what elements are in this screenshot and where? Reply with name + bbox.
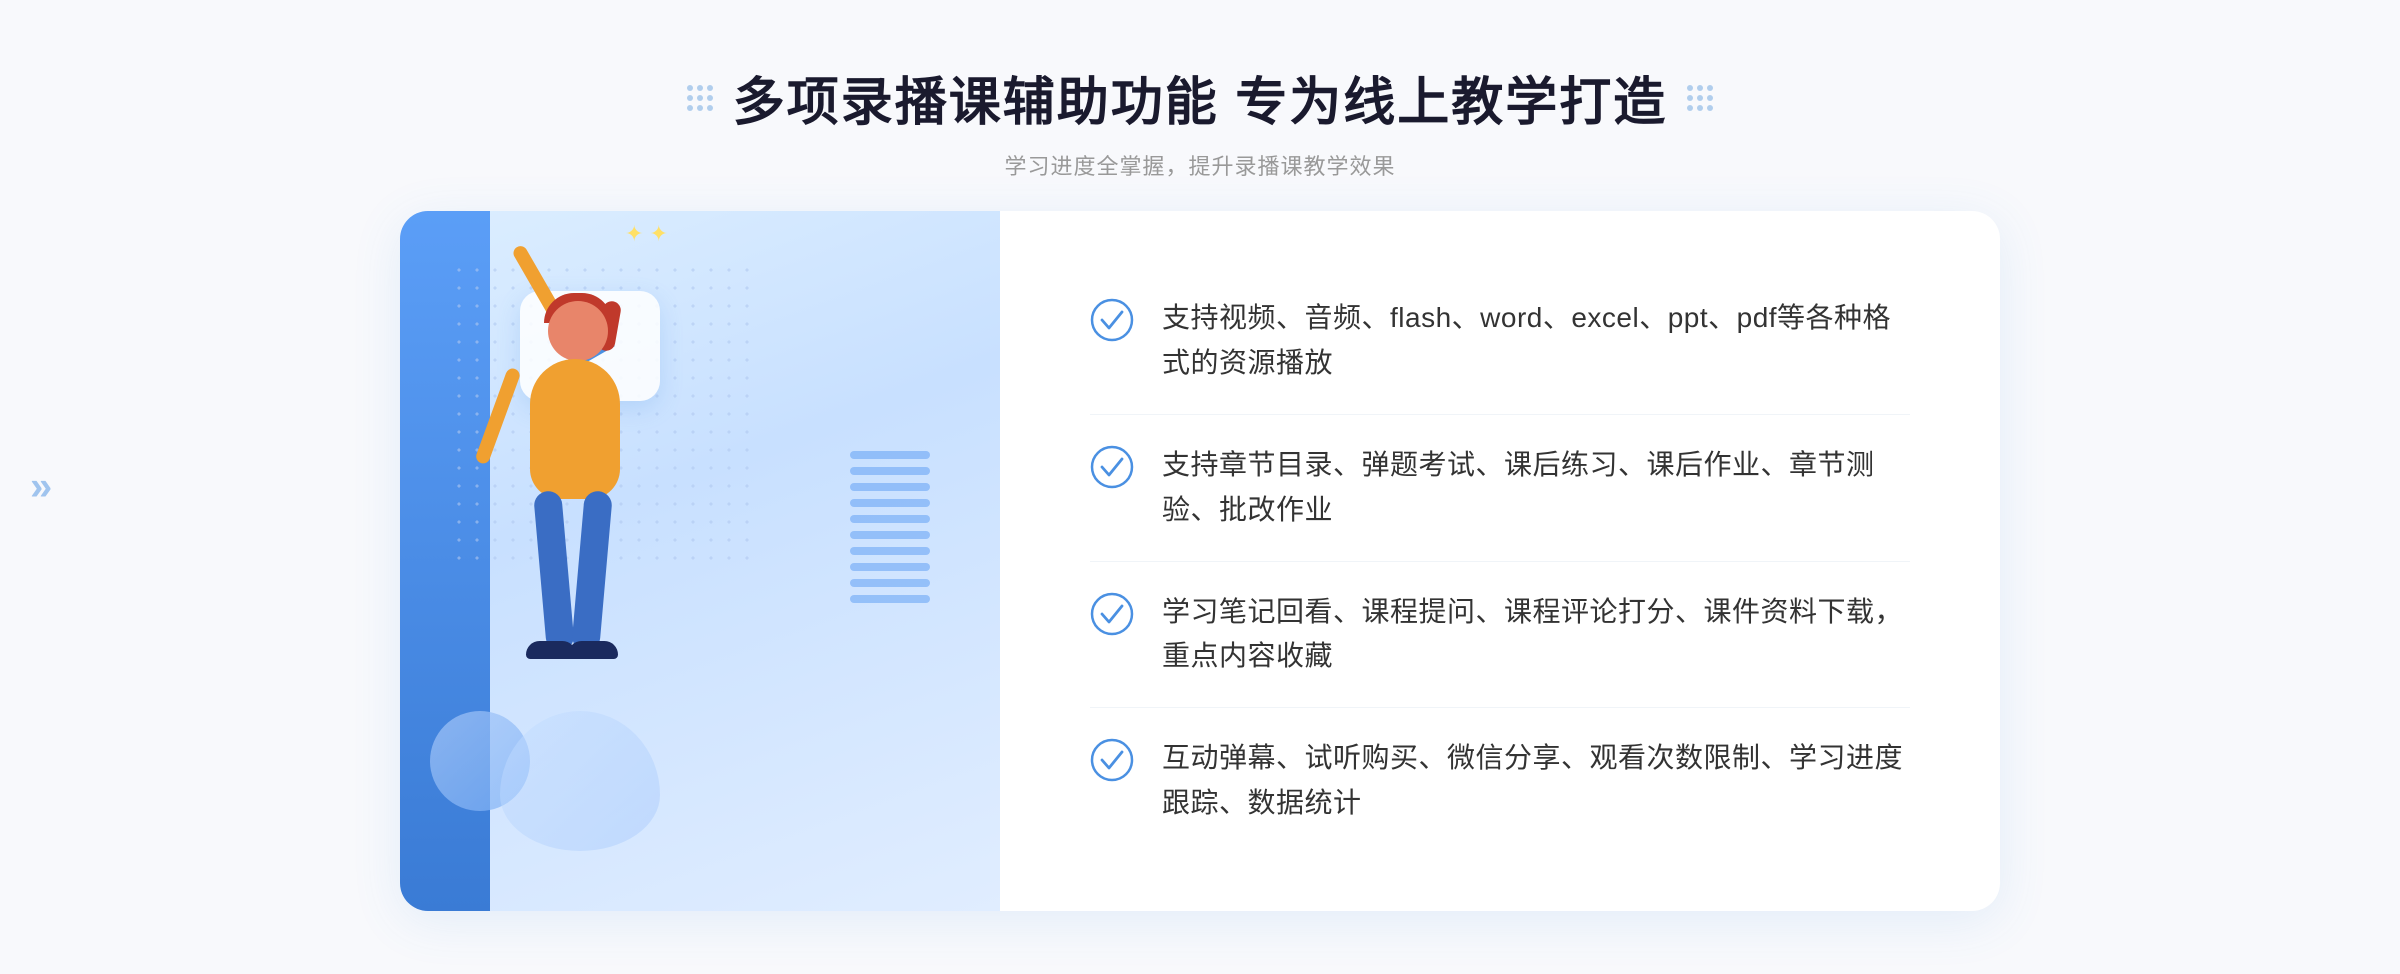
feature-text-2: 支持章节目录、弹题考试、课后练习、课后作业、章节测验、批改作业 — [1162, 443, 1910, 533]
page-title: 多项录播课辅助功能 专为线上教学打造 — [733, 60, 1667, 135]
header-section: 多项录播课辅助功能 专为线上教学打造 学习进度全掌握，提升录播课教学效果 — [687, 0, 1713, 211]
deco-circle-2 — [500, 711, 660, 851]
check-icon-2 — [1090, 445, 1134, 489]
feature-item-2: 支持章节目录、弹题考试、课后练习、课后作业、章节测验、批改作业 — [1090, 425, 1910, 551]
figure-shoe-right — [568, 641, 618, 659]
page-container: 多项录播课辅助功能 专为线上教学打造 学习进度全掌握，提升录播课教学效果 ✦ ✦ — [0, 0, 2400, 974]
feature-item-4: 互动弹幕、试听购买、微信分享、观看次数限制、学习进度跟踪、数据统计 — [1090, 718, 1910, 844]
feature-item-3: 学习笔记回看、课程提问、课程评论打分、课件资料下载，重点内容收藏 — [1090, 572, 1910, 698]
page-left-chevron: » — [30, 465, 52, 510]
feature-text-3: 学习笔记回看、课程提问、课程评论打分、课件资料下载，重点内容收藏 — [1162, 590, 1910, 680]
divider-2 — [1090, 561, 1910, 562]
check-icon-4 — [1090, 738, 1134, 782]
header-decorators: 多项录播课辅助功能 专为线上教学打造 — [687, 60, 1713, 135]
light-rays: ✦ ✦ — [625, 221, 668, 247]
figure-head — [548, 301, 608, 361]
feature-text-4: 互动弹幕、试听购买、微信分享、观看次数限制、学习进度跟踪、数据统计 — [1162, 736, 1910, 826]
feature-item-1: 支持视频、音频、flash、word、excel、ppt、pdf等各种格式的资源… — [1090, 278, 1910, 404]
divider-1 — [1090, 414, 1910, 415]
feature-text-1: 支持视频、音频、flash、word、excel、ppt、pdf等各种格式的资源… — [1162, 296, 1910, 386]
check-icon-1 — [1090, 298, 1134, 342]
main-card: ✦ ✦ — [400, 211, 2000, 911]
features-panel: 支持视频、音频、flash、word、excel、ppt、pdf等各种格式的资源… — [1000, 211, 2000, 911]
check-icon-3 — [1090, 592, 1134, 636]
deco-stripes — [850, 451, 930, 651]
divider-3 — [1090, 707, 1910, 708]
figure-body — [530, 359, 620, 499]
page-subtitle: 学习进度全掌握，提升录播课教学效果 — [687, 149, 1713, 181]
illustration-area: ✦ ✦ — [400, 211, 1000, 911]
left-decorator-dots — [687, 85, 713, 111]
right-decorator-dots — [1687, 85, 1713, 111]
